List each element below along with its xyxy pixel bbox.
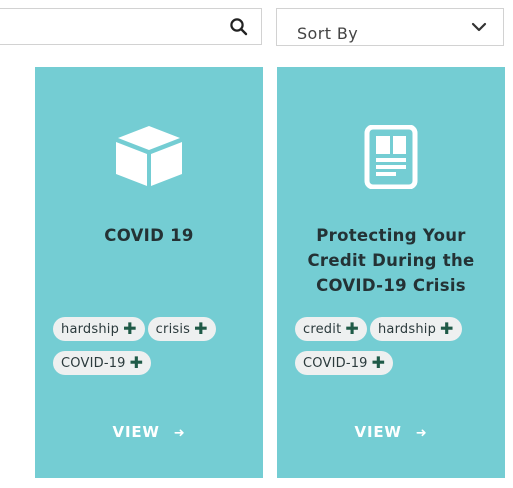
plus-icon: ✚ <box>440 319 454 338</box>
tag-credit[interactable]: credit ✚ <box>295 317 367 341</box>
sort-by-label: Sort By <box>297 24 359 43</box>
document-icon <box>364 125 418 189</box>
tag-list: hardship ✚ crisis ✚ COVID-19 ✚ <box>53 317 253 385</box>
sort-by-dropdown[interactable]: Sort By <box>276 8 504 46</box>
tag-covid-19[interactable]: COVID-19 ✚ <box>53 351 152 375</box>
search-input[interactable] <box>0 8 262 45</box>
card-title: COVID 19 <box>104 226 194 245</box>
plus-icon: ✚ <box>371 353 386 372</box>
plus-icon: ✚ <box>194 319 208 338</box>
arrow-right-icon: ➜ <box>173 426 186 441</box>
search-icon[interactable] <box>229 17 249 37</box>
plus-icon: ✚ <box>129 353 144 372</box>
tag-covid-19[interactable]: COVID-19 ✚ <box>295 351 394 375</box>
resource-card[interactable]: Protecting Your Credit During the COVID-… <box>277 67 505 478</box>
resource-card[interactable]: COVID 19 hardship ✚ crisis ✚ COVID-19 ✚ … <box>35 67 263 478</box>
plus-icon: ✚ <box>345 319 359 338</box>
tag-hardship[interactable]: hardship ✚ <box>369 317 462 341</box>
box-icon <box>116 126 182 186</box>
tag-crisis[interactable]: crisis ✚ <box>147 317 216 341</box>
chevron-down-icon <box>471 22 487 32</box>
card-title: Protecting Your Credit During the COVID-… <box>307 226 475 295</box>
tag-hardship[interactable]: hardship ✚ <box>53 317 145 341</box>
view-link[interactable]: VIEW ➜ <box>277 423 505 441</box>
tag-list: credit ✚ hardship ✚ COVID-19 ✚ <box>295 317 495 385</box>
view-link[interactable]: VIEW ➜ <box>35 423 263 441</box>
arrow-right-icon: ➜ <box>415 426 428 441</box>
plus-icon: ✚ <box>123 319 137 338</box>
